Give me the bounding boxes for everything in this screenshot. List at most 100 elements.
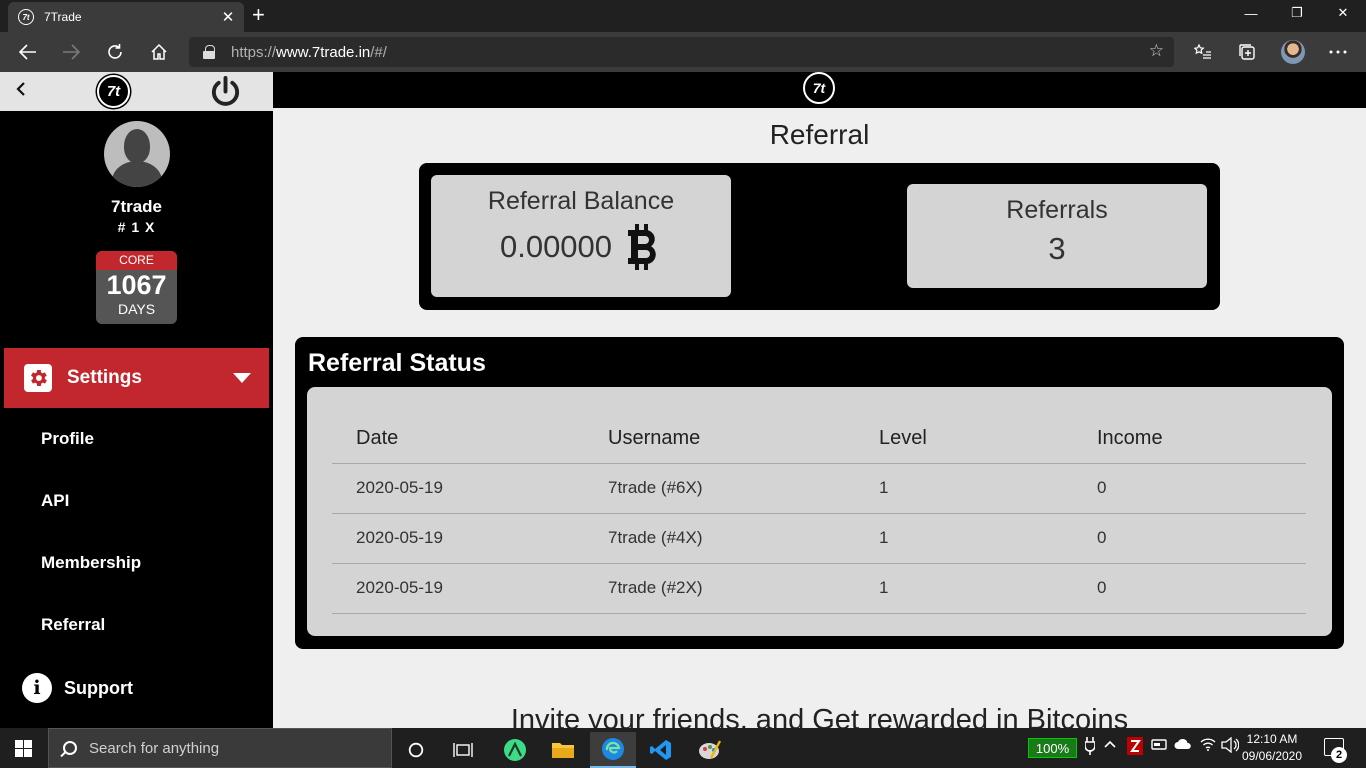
user-avatar[interactable]	[104, 121, 170, 187]
lock-icon[interactable]	[203, 45, 215, 59]
restore-button[interactable]: ❐	[1274, 0, 1320, 26]
windows-taskbar: Search for anything 100% 12:10 AM 09/06/…	[0, 728, 1366, 768]
sidebar-item-api[interactable]: API	[41, 491, 69, 511]
referral-balance-card: Referral Balance 0.00000	[431, 175, 731, 297]
core-badge-unit: DAYS	[117, 301, 156, 317]
sidebar-item-membership[interactable]: Membership	[41, 553, 141, 573]
profile-avatar-icon[interactable]	[1281, 40, 1305, 64]
notification-count-badge: 2	[1331, 747, 1347, 763]
back-icon[interactable]	[13, 38, 43, 66]
sidebar-top-bar: 7t	[0, 72, 273, 111]
referral-stats-panel: Referral Balance 0.00000 Referrals 3	[419, 163, 1220, 310]
new-tab-button[interactable]: +	[252, 4, 265, 26]
referral-status-panel: Referral Status Date Username Level Inco…	[295, 337, 1344, 649]
browser-tab[interactable]: 7t 7Trade ✕	[8, 2, 244, 32]
address-bar[interactable]: https://www.7trade.in/#/ ☆	[189, 37, 1174, 67]
battery-indicator[interactable]: 100%	[1028, 738, 1077, 758]
cell-level: 1	[855, 463, 1073, 514]
file-explorer-icon[interactable]	[540, 732, 586, 768]
onedrive-cloud-icon[interactable]	[1174, 737, 1192, 754]
referrals-label: Referrals	[1006, 196, 1108, 224]
home-icon[interactable]	[144, 38, 174, 66]
task-view-icon[interactable]	[440, 732, 486, 768]
sidebar-username: 7trade	[110, 197, 163, 216]
main-content: 7t Referral Referral Balance 0.00000 Ref…	[273, 72, 1366, 728]
referral-balance-label: Referral Balance	[487, 187, 675, 215]
site-favicon-icon: 7t	[18, 9, 34, 25]
referrals-value: 3	[1048, 231, 1066, 266]
tab-close-icon[interactable]: ✕	[218, 8, 238, 26]
refresh-icon[interactable]	[100, 38, 130, 66]
sidebar-item-referral[interactable]: Referral	[41, 615, 105, 635]
table-row: 2020-05-19 7trade (#4X) 1 0	[332, 513, 1306, 564]
android-studio-icon[interactable]	[492, 732, 538, 768]
drive-icon[interactable]	[1151, 737, 1167, 755]
bitcoin-icon	[628, 224, 656, 270]
core-badge-label: CORE	[96, 251, 177, 270]
column-header-date[interactable]: Date	[332, 415, 584, 464]
windows-start-icon[interactable]	[15, 740, 32, 757]
sidebar-item-profile[interactable]: Profile	[41, 429, 94, 449]
column-header-username[interactable]: Username	[584, 415, 855, 464]
taskbar-search-placeholder: Search for anything	[89, 739, 220, 757]
cell-level: 1	[855, 563, 1073, 614]
collapse-sidebar-icon[interactable]	[14, 79, 28, 105]
tab-title: 7Trade	[44, 10, 82, 24]
user-rank: # 1 X	[117, 219, 156, 235]
settings-label: Settings	[67, 367, 142, 388]
clock-date: 09/06/2020	[1241, 749, 1303, 763]
table-row: 2020-05-19 7trade (#6X) 1 0	[332, 463, 1306, 514]
table-row: 2020-05-19 7trade (#2X) 1 0	[332, 563, 1306, 614]
volume-icon[interactable]	[1221, 736, 1240, 757]
collections-icon[interactable]	[1232, 38, 1262, 66]
cell-income: 0	[1073, 563, 1306, 614]
search-icon	[63, 741, 77, 755]
chevron-down-icon	[233, 373, 251, 383]
taskbar-search-box[interactable]: Search for anything	[48, 728, 392, 768]
referral-balance-value: 0.00000	[499, 229, 613, 264]
sidebar-item-support[interactable]: i Support	[22, 673, 133, 703]
header-logo[interactable]: 7t	[803, 72, 835, 104]
vscode-icon[interactable]	[638, 732, 684, 768]
column-header-level[interactable]: Level	[855, 415, 1073, 464]
taskbar-clock[interactable]: 12:10 AM 09/06/2020	[1240, 731, 1304, 765]
cell-income: 0	[1073, 513, 1306, 564]
page-title: Referral	[769, 119, 870, 150]
forward-icon[interactable]	[56, 38, 86, 66]
favorite-star-icon[interactable]: ☆	[1149, 41, 1164, 61]
favorites-list-icon[interactable]	[1188, 38, 1218, 66]
edge-icon[interactable]	[590, 732, 636, 768]
browser-nav-bar: https://www.7trade.in/#/ ☆	[0, 32, 1366, 72]
clock-time: 12:10 AM	[1246, 732, 1298, 746]
sidebar-logo[interactable]: 7t	[97, 75, 130, 108]
settings-menu-button[interactable]: Settings	[4, 348, 269, 408]
chevron-up-icon[interactable]	[1103, 737, 1117, 755]
cortana-icon[interactable]	[393, 732, 439, 768]
filezilla-icon[interactable]	[1127, 737, 1143, 759]
url-text: https://www.7trade.in/#/	[231, 43, 387, 61]
invite-heading: Invite your friends, and Get rewarded in…	[510, 704, 1129, 728]
core-days-badge: CORE 1067 DAYS	[96, 251, 177, 324]
referral-balance-row: 0.00000	[431, 222, 731, 272]
referrals-count-card: Referrals 3	[907, 184, 1207, 288]
referral-table: Date Username Level Income 2020-05-19 7t…	[332, 415, 1306, 614]
core-badge-value: 1067	[106, 270, 167, 300]
paint-icon[interactable]	[687, 732, 733, 768]
cell-date: 2020-05-19	[332, 563, 584, 614]
info-icon: i	[22, 673, 52, 703]
power-plug-icon[interactable]	[1084, 737, 1096, 759]
browser-tab-bar: 7t 7Trade ✕ + — ❐ ✕	[0, 0, 1366, 32]
gear-icon	[24, 364, 52, 392]
referral-table-container: Date Username Level Income 2020-05-19 7t…	[307, 387, 1332, 636]
main-header: 7t	[273, 72, 1366, 108]
column-header-income[interactable]: Income	[1073, 415, 1306, 464]
power-icon[interactable]	[209, 75, 242, 108]
referral-status-title: Referral Status	[308, 349, 486, 377]
more-icon[interactable]	[1323, 38, 1353, 66]
sidebar: 7t 7trade # 1 X CORE 1067 DAYS Settings …	[0, 72, 273, 728]
minimize-button[interactable]: —	[1228, 0, 1274, 26]
support-label: Support	[64, 677, 133, 698]
wifi-icon[interactable]	[1200, 737, 1216, 755]
window-close-button[interactable]: ✕	[1320, 0, 1366, 26]
cell-date: 2020-05-19	[332, 463, 584, 514]
